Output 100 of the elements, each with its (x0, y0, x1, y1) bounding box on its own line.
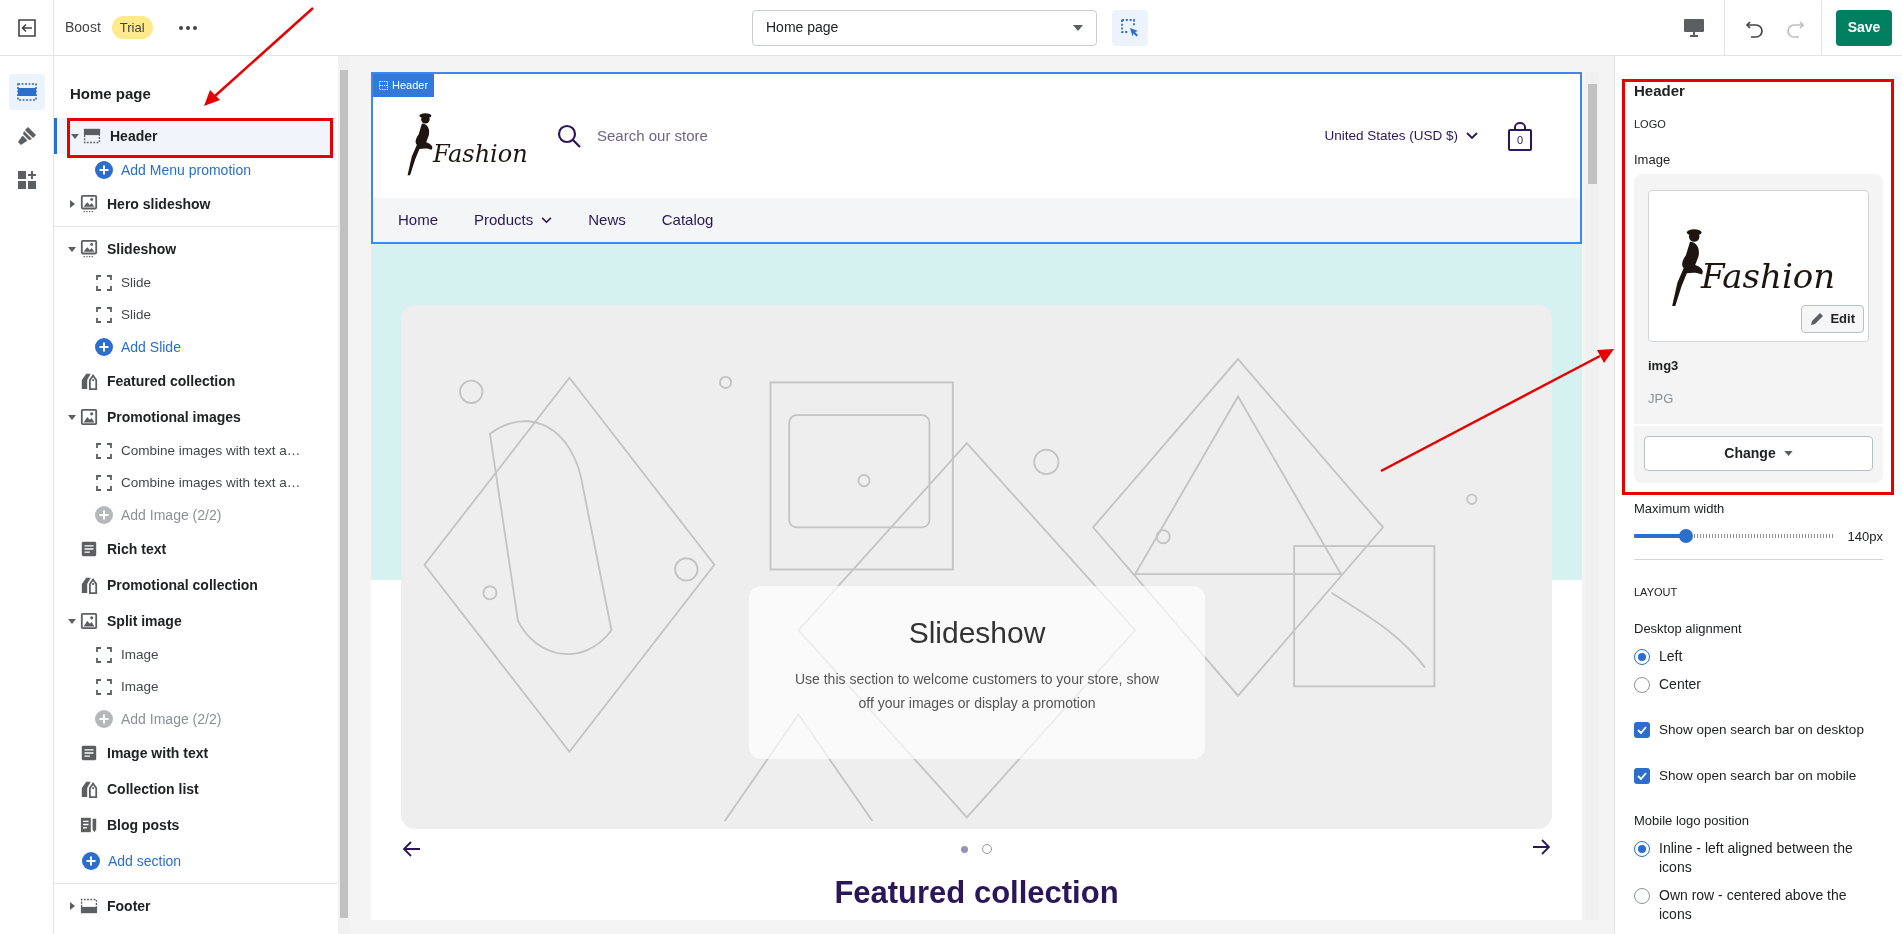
slider-value: 140px (1846, 527, 1883, 546)
bag-handle-icon (1514, 121, 1526, 129)
section-badge: Header (373, 74, 435, 97)
image-section-icon (80, 240, 98, 258)
block-item[interactable]: Combine images with text a… (54, 435, 338, 467)
header-section-icon (83, 127, 101, 145)
block-icon (96, 275, 112, 291)
block-icon (96, 647, 112, 663)
checkbox-label: Show open search bar on desktop (1659, 721, 1864, 739)
block-item[interactable]: Image (54, 639, 338, 671)
monitor-icon (1684, 18, 1704, 37)
nav-link[interactable]: Home (398, 208, 438, 232)
block-icon (96, 679, 112, 695)
nav-link[interactable]: Catalog (661, 208, 714, 232)
block-label: Combine images with text a… (121, 473, 301, 492)
search-field[interactable]: Search our store (597, 124, 708, 148)
add-icon (95, 161, 113, 179)
block-item[interactable]: Image (54, 671, 338, 703)
file-type: JPG (1648, 390, 1674, 406)
paintbrush-icon (16, 126, 37, 146)
panel-title: Header (1634, 82, 1685, 99)
section-item[interactable]: Featured collection (54, 363, 334, 399)
logo-text: Fashion (433, 139, 528, 170)
edit-button[interactable]: Edit (1801, 305, 1864, 333)
image-section-icon (80, 408, 98, 426)
section-label: Slideshow (107, 239, 177, 259)
radio-label: Own row - centered above the icons (1659, 886, 1848, 924)
logo-text: Fashion (1701, 254, 1836, 298)
block-icon (96, 307, 112, 323)
block-label: Image (121, 677, 159, 696)
section-item[interactable]: Promotional collection (54, 567, 334, 603)
file-name: img3 (1648, 358, 1679, 373)
tag-section-icon (80, 372, 98, 390)
section-item[interactable]: Image with text (54, 735, 334, 771)
section-label: Blog posts (107, 815, 180, 835)
section-label: Rich text (107, 539, 167, 559)
section-item[interactable]: Slideshow (54, 231, 334, 267)
checkmark-icon (1637, 726, 1647, 735)
field-label: Image (1634, 151, 1671, 167)
section-label: Header (110, 126, 158, 146)
section-label: Split image (107, 611, 182, 631)
tag-section-icon (80, 780, 98, 798)
ellipsis-icon (178, 25, 197, 30)
scrollbar[interactable] (338, 56, 350, 934)
text-section-icon (80, 540, 98, 558)
add-block-link[interactable]: Add Slide (95, 336, 181, 358)
header-section[interactable]: Header Fashion Search our store United States (USD $) 0 Home Products News Catalog (371, 72, 1582, 244)
block-label: Combine images with text a… (121, 441, 301, 460)
caret-icon (1783, 451, 1793, 456)
blog-section-icon (80, 816, 98, 834)
section-label: Collection list (107, 779, 199, 799)
add-icon (95, 338, 113, 356)
change-button[interactable]: Change (1644, 436, 1873, 471)
page-select[interactable]: Home page (752, 9, 1097, 46)
section-item[interactable]: Blog posts (54, 807, 334, 843)
radio-label: Center (1659, 675, 1703, 694)
footer-section-icon (80, 897, 98, 915)
add-icon (95, 710, 113, 728)
block-icon (96, 475, 112, 491)
add-section-link[interactable]: Add section (82, 850, 182, 872)
currency-selector[interactable]: United States (USD $) (1324, 125, 1478, 147)
radio-label: Left (1659, 647, 1684, 666)
section-item[interactable]: Split image (54, 603, 334, 639)
add-block-link[interactable]: Add Menu promotion (95, 159, 251, 181)
slideshow-text: Use this section to welcome customers to your store, show off your images or display a promotion (793, 670, 1161, 713)
block-icon (96, 443, 112, 459)
nav-link[interactable]: Products (474, 208, 553, 232)
previous-arrow[interactable] (403, 839, 423, 859)
section-item[interactable]: Collection list (54, 771, 334, 807)
sidebar-title: Home page (70, 85, 151, 102)
checkbox[interactable] (1634, 722, 1650, 739)
block-label: Slide (121, 305, 152, 324)
save-button[interactable]: Save (1836, 9, 1892, 46)
arrow-left-icon (403, 841, 421, 857)
checkbox[interactable] (1634, 768, 1650, 785)
pencil-icon (1810, 312, 1825, 326)
radio-label: Inline - left aligned between the icons (1659, 839, 1854, 877)
sections-tab[interactable] (8, 74, 45, 110)
section-label: Hero slideshow (107, 194, 211, 214)
slideshow-title: Slideshow (908, 615, 1046, 651)
nav-link[interactable]: News (588, 208, 626, 232)
block-item[interactable]: Combine images with text a… (54, 467, 338, 499)
section-item[interactable]: Hero slideshow (54, 186, 334, 222)
image-section-icon (80, 195, 98, 213)
inspector-button[interactable] (1112, 9, 1148, 46)
section-label: Promotional collection (107, 575, 258, 595)
header-section-icon (379, 80, 388, 90)
section-item[interactable]: Promotional images (54, 399, 334, 435)
checkbox-label: Show open search bar on mobile (1659, 767, 1857, 786)
block-item[interactable]: Slide (54, 299, 338, 331)
cart-button[interactable]: 0 (1508, 128, 1532, 151)
block-label: Slide (121, 273, 152, 292)
image-section-icon (80, 612, 98, 630)
section-label: Footer (107, 896, 151, 916)
section-item[interactable]: Footer (54, 888, 334, 924)
block-item[interactable]: Slide (54, 267, 338, 299)
section-item[interactable]: Rich text (54, 531, 334, 567)
width-slider[interactable] (1634, 529, 1835, 544)
field-label: Desktop alignment (1634, 620, 1742, 636)
checkmark-icon (1637, 772, 1647, 781)
